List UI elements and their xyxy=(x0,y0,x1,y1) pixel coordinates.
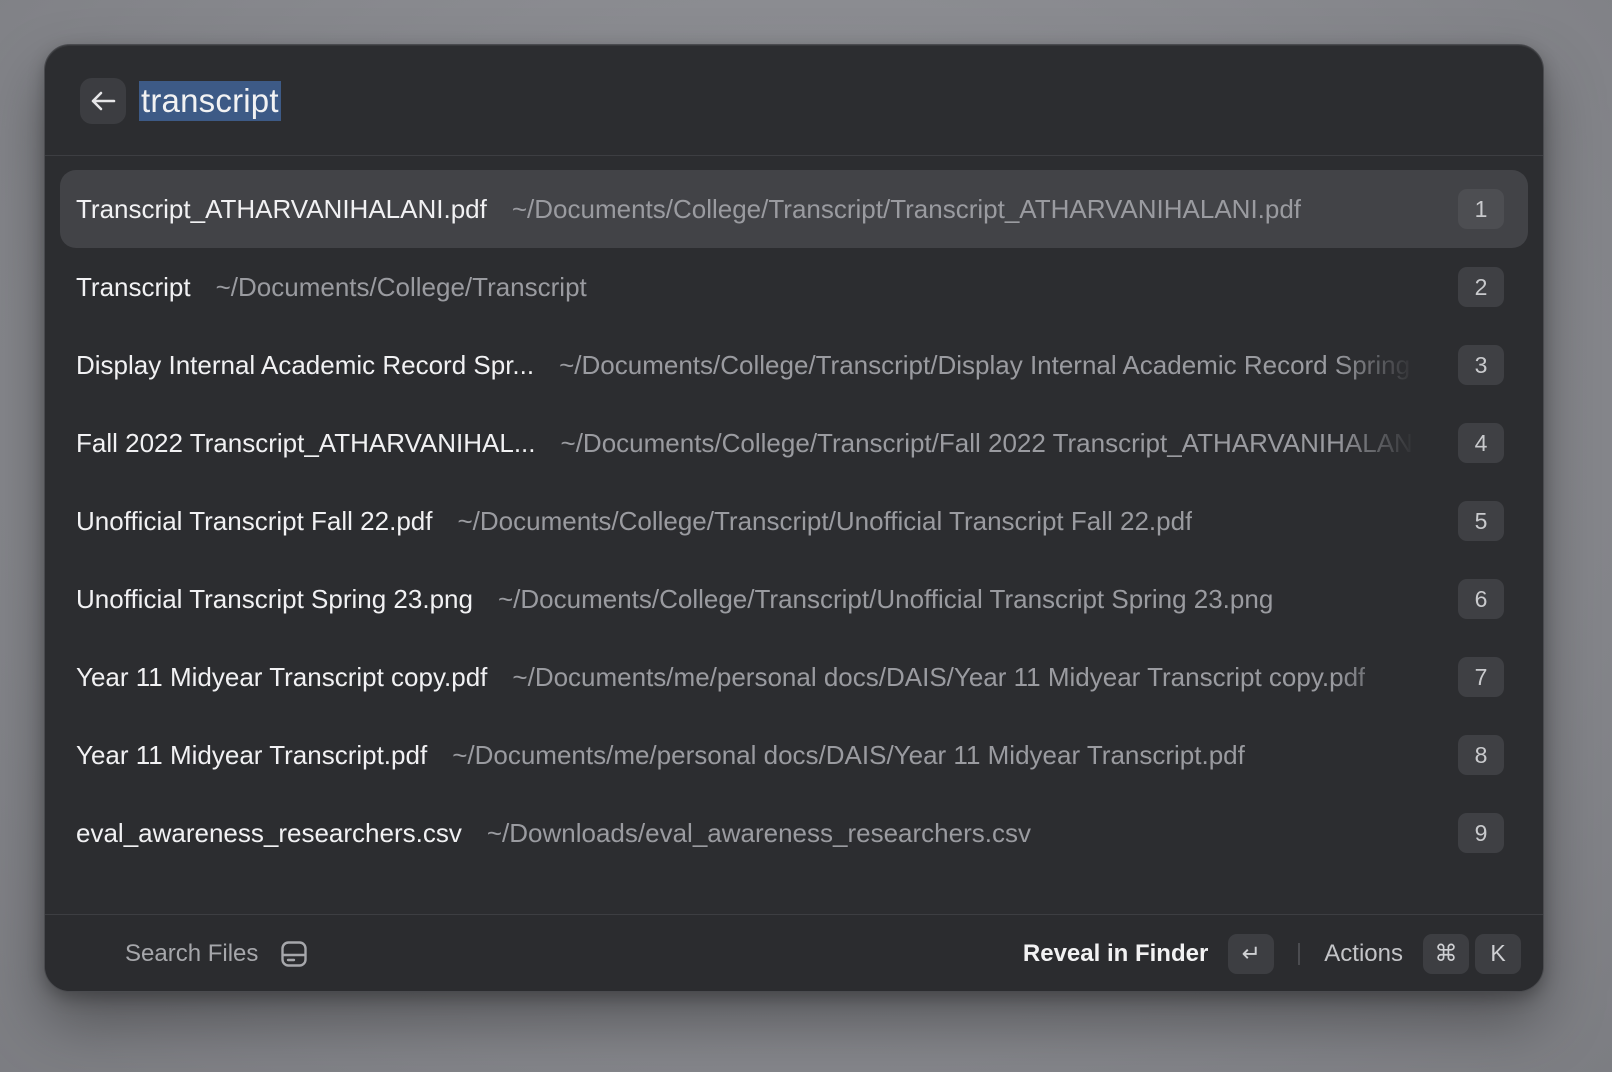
result-row[interactable]: eval_awareness_researchers.csv ~/Download… xyxy=(60,794,1528,872)
shortcut-badge: 9 xyxy=(1458,813,1504,853)
result-content: Transcript ~/Documents/College/Transcript xyxy=(76,272,1416,303)
result-row[interactable]: Transcript ~/Documents/College/Transcript… xyxy=(60,248,1528,326)
action-bar: Search Files Reveal in Finder ↵ Actions … xyxy=(45,914,1543,991)
result-path: ~/Documents/me/personal docs/DAIS/Year 1… xyxy=(512,661,1366,692)
result-path: ~/Documents/me/personal docs/DAIS/Year 1… xyxy=(452,739,1245,770)
actions-button[interactable]: Actions xyxy=(1324,940,1403,968)
result-path: ~/Documents/College/Transcript/Fall 2022… xyxy=(560,427,1416,458)
result-content: eval_awareness_researchers.csv ~/Download… xyxy=(76,818,1416,849)
result-row[interactable]: Transcript_ATHARVANIHALANI.pdf ~/Document… xyxy=(60,170,1528,248)
shortcut-badge: 7 xyxy=(1458,657,1504,697)
divider xyxy=(1298,942,1301,965)
return-key-icon: ↵ xyxy=(1228,933,1275,974)
result-content: Year 11 Midyear Transcript copy.pdf ~/Doc… xyxy=(76,662,1416,693)
result-path: ~/Documents/College/Transcript/Transcrip… xyxy=(511,193,1302,224)
result-title: Year 11 Midyear Transcript copy.pdf xyxy=(76,661,488,692)
drive-icon xyxy=(281,940,308,967)
arrow-left-icon xyxy=(91,91,116,111)
result-content: Fall 2022 Transcript_ATHARVANIHAL... ~/Do… xyxy=(76,428,1416,459)
shortcut-badge: 4 xyxy=(1458,423,1504,463)
result-path: ~/Documents/College/Transcript/Unofficia… xyxy=(457,505,1193,536)
result-row[interactable]: Year 11 Midyear Transcript.pdf ~/Document… xyxy=(60,716,1528,794)
result-title: Year 11 Midyear Transcript.pdf xyxy=(76,739,428,770)
result-title: Transcript xyxy=(76,271,191,302)
result-content: Display Internal Academic Record Spr... ~… xyxy=(76,350,1416,381)
footer-actions: Reveal in Finder ↵ Actions ⌘ K xyxy=(1023,915,1521,991)
result-row[interactable]: Year 11 Midyear Transcript copy.pdf ~/Doc… xyxy=(60,638,1528,716)
search-input[interactable]: transcript xyxy=(139,81,281,121)
k-key: K xyxy=(1475,933,1521,974)
result-row[interactable]: Display Internal Academic Record Spr... ~… xyxy=(60,326,1528,404)
result-title: Transcript_ATHARVANIHALANI.pdf xyxy=(76,193,487,224)
result-path: ~/Downloads/eval_awareness_researchers.c… xyxy=(486,817,1031,848)
shortcut-badge: 1 xyxy=(1458,189,1504,229)
shortcut-badge: 2 xyxy=(1458,267,1504,307)
shortcut-badge: 6 xyxy=(1458,579,1504,619)
result-path: ~/Documents/College/Transcript/Display I… xyxy=(559,349,1411,380)
result-content: Transcript_ATHARVANIHALANI.pdf ~/Document… xyxy=(76,194,1416,225)
result-title: Unofficial Transcript Spring 23.png xyxy=(76,583,473,614)
back-button[interactable] xyxy=(80,78,126,124)
search-files-label: Search Files xyxy=(125,939,259,967)
footer-context: Search Files xyxy=(125,915,308,991)
result-title: Fall 2022 Transcript_ATHARVANIHAL... xyxy=(76,427,536,458)
result-path: ~/Documents/College/Transcript/Unofficia… xyxy=(497,583,1274,614)
result-content: Unofficial Transcript Fall 22.pdf ~/Docum… xyxy=(76,506,1416,537)
result-row[interactable]: Unofficial Transcript Spring 23.png ~/Doc… xyxy=(60,560,1528,638)
shortcut-badge: 5 xyxy=(1458,501,1504,541)
result-row[interactable]: Unofficial Transcript Fall 22.pdf ~/Docum… xyxy=(60,482,1528,560)
launcher-window: transcript Transcript_ATHARVANIHALANI.pd… xyxy=(44,44,1544,992)
search-bar: transcript xyxy=(45,45,1543,156)
result-content: Year 11 Midyear Transcript.pdf ~/Document… xyxy=(76,740,1416,771)
shortcut-badge: 8 xyxy=(1458,735,1504,775)
result-content: Unofficial Transcript Spring 23.png ~/Doc… xyxy=(76,584,1416,615)
result-path: ~/Documents/College/Transcript xyxy=(215,271,587,302)
results-list: Transcript_ATHARVANIHALANI.pdf ~/Document… xyxy=(60,170,1528,872)
result-title: Display Internal Academic Record Spr... xyxy=(76,349,535,380)
result-row[interactable]: Fall 2022 Transcript_ATHARVANIHAL... ~/Do… xyxy=(60,404,1528,482)
command-key-icon: ⌘ xyxy=(1423,933,1469,974)
shortcut-badge: 3 xyxy=(1458,345,1504,385)
result-title: Unofficial Transcript Fall 22.pdf xyxy=(76,505,433,536)
result-title: eval_awareness_researchers.csv xyxy=(76,817,462,848)
reveal-in-finder-button[interactable]: Reveal in Finder xyxy=(1023,940,1208,968)
